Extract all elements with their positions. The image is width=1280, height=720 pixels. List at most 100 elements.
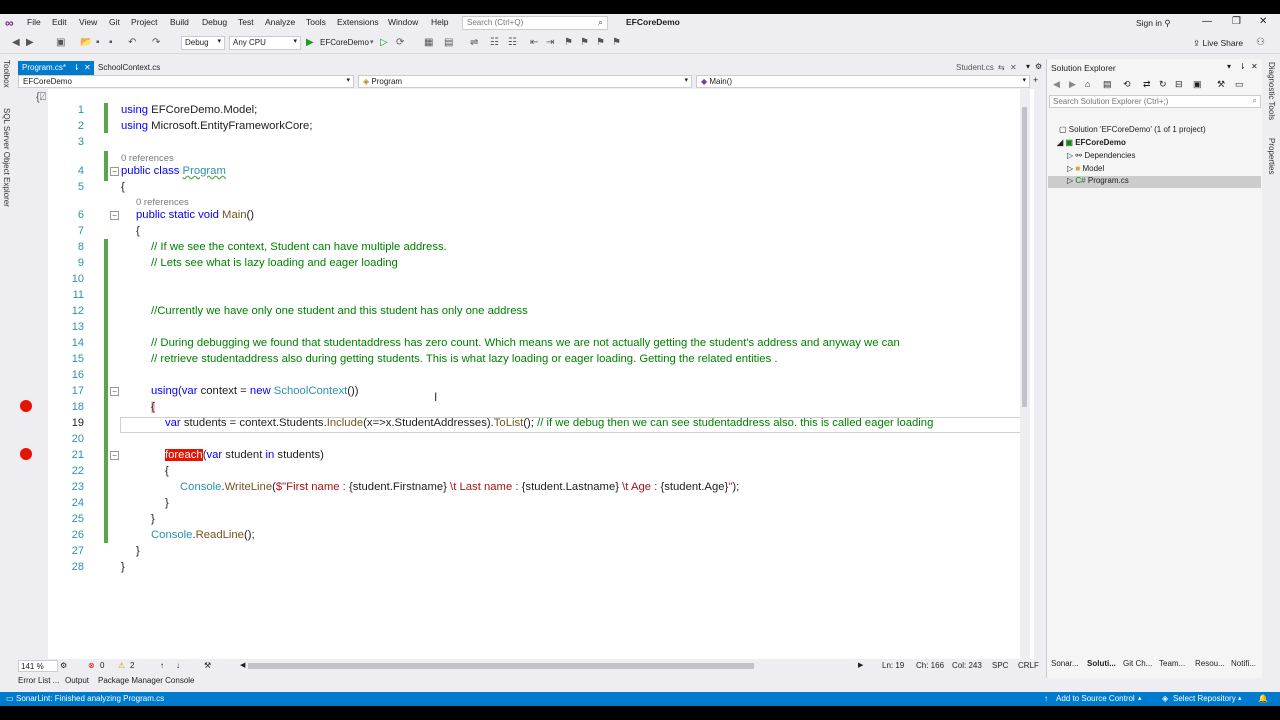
diagnostic-tools-tab[interactable]: Diagnostic Tools <box>1267 62 1276 120</box>
tree-program-cs[interactable]: ▷ C# Program.cs <box>1048 176 1261 188</box>
menu-tools[interactable]: Tools <box>306 17 326 27</box>
menu-extensions[interactable]: Extensions <box>337 17 379 27</box>
menu-project[interactable]: Project <box>131 17 157 27</box>
new-project-icon[interactable]: ▣ <box>56 37 65 48</box>
class-dropdown[interactable]: ◈ Program ▾ <box>358 75 692 88</box>
tree-dependencies[interactable]: ▷ ⚯ Dependencies <box>1067 151 1135 160</box>
tab-output[interactable]: Output <box>65 676 89 685</box>
notifications-icon[interactable]: 🔔 <box>1258 694 1268 703</box>
step-icon[interactable]: ⇌ <box>470 37 478 48</box>
horizontal-scroll-thumb[interactable] <box>248 663 754 669</box>
run-target-button[interactable]: EFCoreDemo <box>320 38 369 47</box>
up-arrow-icon[interactable]: ↑ <box>160 661 164 670</box>
collapse-all-icon[interactable]: ⊟ <box>1175 79 1183 90</box>
properties-icon[interactable]: ⚒ <box>1217 79 1225 90</box>
scroll-right-icon[interactable]: ▶ <box>858 661 863 669</box>
tab-program-cs[interactable]: Program.cs* ⇂ ✕ <box>18 61 94 75</box>
tab-team-explorer[interactable]: Team... <box>1159 659 1185 668</box>
home-icon[interactable]: ⌂ <box>1085 79 1090 89</box>
project-dropdown[interactable]: EFCoreDemo ▾ <box>18 75 354 88</box>
pending-changes-icon[interactable]: ⟲ <box>1123 79 1131 90</box>
zoom-dropdown[interactable]: 141 % <box>18 660 58 672</box>
char-indicator[interactable]: Ch: 166 <box>916 661 944 670</box>
tab-solution-explorer[interactable]: Soluti... <box>1087 659 1116 668</box>
back-icon[interactable]: ◀ <box>12 37 20 48</box>
sql-server-object-explorer-tab[interactable]: SQL Server Object Explorer <box>2 108 11 207</box>
codelens-references[interactable]: 0 references <box>121 153 174 164</box>
bookmark-prev-icon[interactable]: ⚑ <box>580 37 589 48</box>
cleanup-icon[interactable]: ⚒ <box>204 661 211 670</box>
tree-solution[interactable]: ▢ Solution 'EFCoreDemo' (1 of 1 project) <box>1059 125 1206 134</box>
forward-icon[interactable]: ▶ <box>26 37 34 48</box>
close-panel-icon[interactable]: ✕ <box>1251 62 1258 71</box>
save-icon[interactable]: ▪ <box>96 37 100 48</box>
redo-icon[interactable]: ↷ <box>152 37 160 48</box>
tab-git-changes[interactable]: Git Ch... <box>1123 659 1152 668</box>
open-folder-icon[interactable]: 📂 <box>80 37 92 48</box>
menu-git[interactable]: Git <box>109 17 120 27</box>
toolbox-tab[interactable]: Toolbox <box>2 60 11 88</box>
solution-search-input[interactable]: Search Solution Explorer (Ctrl+;) ⌕ <box>1049 95 1261 108</box>
column-indicator[interactable]: Col: 243 <box>952 661 982 670</box>
sync-icon[interactable]: ⇄ <box>1143 79 1151 90</box>
tab-notifications[interactable]: Notifi... <box>1231 659 1256 668</box>
tab-error-list[interactable]: Error List ... <box>18 676 59 685</box>
live-share-button[interactable]: ⇪ Live Share <box>1193 38 1243 49</box>
menu-help[interactable]: Help <box>431 17 448 27</box>
scroll-left-icon[interactable]: ◀ <box>240 661 245 669</box>
panel-options-icon[interactable]: ▾ <box>1227 62 1231 71</box>
search-box[interactable]: Search (Ctrl+Q) ⌕ <box>462 16 608 30</box>
outdent-icon[interactable]: ⇥ <box>546 37 554 48</box>
indent-icon[interactable]: ⇤ <box>530 37 538 48</box>
menu-test[interactable]: Test <box>238 17 254 27</box>
visual-studio-logo-icon[interactable]: ∞ <box>5 16 19 30</box>
save-all-icon[interactable]: ▪ <box>109 37 113 48</box>
switch-views-icon[interactable]: ▤ <box>1103 79 1112 90</box>
layout-icon[interactable]: ▤ <box>444 37 453 48</box>
bookmark-clear-icon[interactable]: ⚑ <box>612 37 621 48</box>
whitespace-indicator[interactable]: SPC <box>992 661 1008 670</box>
collapse-icon[interactable]: − <box>110 451 119 460</box>
refresh-icon[interactable]: ↻ <box>1159 79 1167 90</box>
run-target-chevron-icon[interactable]: ▾ <box>370 38 374 46</box>
collapse-icon[interactable]: − <box>110 387 119 396</box>
feedback-icon[interactable]: ⚇ <box>1256 37 1265 48</box>
browse-icon[interactable]: ▦ <box>424 37 433 48</box>
close-icon[interactable]: ✕ <box>1259 16 1267 27</box>
promote-icon[interactable]: ⇆ <box>998 63 1005 72</box>
maximize-icon[interactable]: ❐ <box>1232 16 1241 27</box>
tree-model-folder[interactable]: ▷ ■ Model <box>1067 164 1104 173</box>
minimize-icon[interactable]: — <box>1202 16 1212 27</box>
settings-icon[interactable]: ⚙ <box>1035 62 1042 71</box>
tab-schoolcontext-cs[interactable]: SchoolContext.cs <box>94 61 170 75</box>
member-dropdown[interactable]: ◆ Main() ▾ <box>696 75 1030 88</box>
tree-project[interactable]: ◢ ▣ EFCoreDemo <box>1057 138 1126 147</box>
menu-debug[interactable]: Debug <box>202 17 227 27</box>
hot-reload-icon[interactable]: ⟳ <box>396 37 404 48</box>
warning-count[interactable]: 2 <box>130 661 134 670</box>
line-ending-indicator[interactable]: CRLF <box>1018 661 1039 670</box>
menu-view[interactable]: View <box>79 17 97 27</box>
down-arrow-icon[interactable]: ↓ <box>176 661 180 670</box>
collapse-icon[interactable]: − <box>110 211 119 220</box>
forward-icon[interactable]: ▶ <box>1069 79 1076 90</box>
preview-icon[interactable]: ▭ <box>1235 79 1244 90</box>
line-indicator[interactable]: Ln: 19 <box>882 661 904 670</box>
configuration-dropdown[interactable]: Debug ▾ <box>181 36 225 50</box>
codelens-references[interactable]: 0 references <box>136 197 189 208</box>
warning-icon[interactable]: ⚠ <box>118 661 125 670</box>
tab-resource-view[interactable]: Resou... <box>1195 659 1225 668</box>
menu-analyze[interactable]: Analyze <box>265 17 295 27</box>
menu-build[interactable]: Build <box>170 17 189 27</box>
menu-file[interactable]: File <box>27 17 41 27</box>
undo-icon[interactable]: ↶ <box>128 37 136 48</box>
show-all-files-icon[interactable]: ▣ <box>1193 79 1202 90</box>
start-debug-icon[interactable]: ▶ <box>306 37 314 48</box>
pin-icon[interactable]: ⇂ <box>73 63 80 72</box>
health-icon[interactable]: ⚙ <box>60 661 67 670</box>
pin-icon[interactable]: ⇂ <box>1239 62 1246 71</box>
start-without-debug-icon[interactable]: ▷ <box>380 37 388 48</box>
error-icon[interactable]: ⊗ <box>88 661 95 670</box>
back-icon[interactable]: ◀ <box>1053 79 1060 90</box>
comment-icon[interactable]: ☷ <box>490 37 499 48</box>
